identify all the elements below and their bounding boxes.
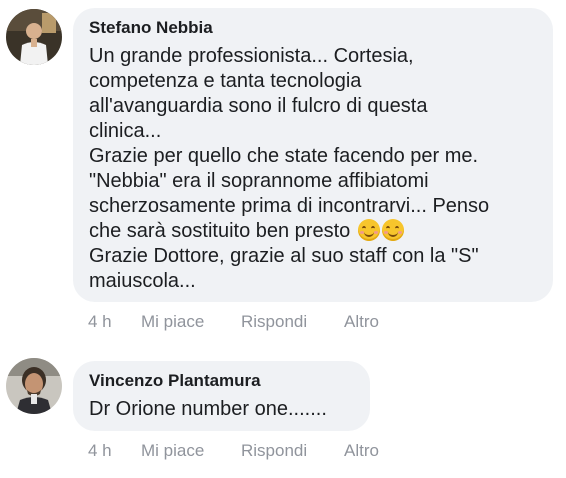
comment-actions: 4 h Mi piace Rispondi Altro xyxy=(0,441,566,461)
comment-actions: 4 h Mi piace Rispondi Altro xyxy=(0,312,566,332)
comment-line: all'avanguardia sono il fulcro di questa xyxy=(89,95,428,117)
comment-timestamp[interactable]: 4 h xyxy=(88,312,112,332)
like-button[interactable]: Mi piace xyxy=(141,441,204,461)
comment-line: scherzosamente prima di incontrarvi... P… xyxy=(89,195,490,217)
reply-button[interactable]: Rispondi xyxy=(241,312,307,332)
comment-line: competenza e tanta tecnologia xyxy=(89,70,362,92)
comment-text: Un grande professionista... Cortesia, co… xyxy=(89,44,553,294)
comment-line: clinica... xyxy=(89,120,162,142)
comment-text: Dr Orione number one....... xyxy=(89,397,370,422)
comment-line-with-emoji: che sarà sostituito ben presto xyxy=(89,219,553,244)
avatar-photo xyxy=(6,9,62,65)
comment-line: che sarà sostituito ben presto xyxy=(89,220,351,242)
comment-line: Grazie per quello che state facendo per … xyxy=(89,145,479,167)
smiling-face-icon xyxy=(357,219,380,241)
smiling-face-icon xyxy=(381,219,404,241)
comment-line: Un grande professionista... Cortesia, xyxy=(89,45,414,67)
like-button[interactable]: Mi piace xyxy=(141,312,204,332)
avatar-photo xyxy=(6,358,62,414)
comment-line: maiuscola... xyxy=(89,270,196,292)
more-button[interactable]: Altro xyxy=(344,312,379,332)
avatar[interactable] xyxy=(6,9,62,65)
comment-line: Dr Orione number one....... xyxy=(89,398,327,420)
comment-bubble: Vincenzo Plantamura Dr Orione number one… xyxy=(73,361,370,431)
comment-author[interactable]: Stefano Nebbia xyxy=(89,18,553,38)
comment-author[interactable]: Vincenzo Plantamura xyxy=(89,371,370,391)
avatar[interactable] xyxy=(6,358,62,414)
reply-button[interactable]: Rispondi xyxy=(241,441,307,461)
comment-timestamp[interactable]: 4 h xyxy=(88,441,112,461)
more-button[interactable]: Altro xyxy=(344,441,379,461)
comment-line: "Nebbia" era il soprannome affibiatomi xyxy=(89,170,429,192)
comment-bubble: Stefano Nebbia Un grande professionista.… xyxy=(73,8,553,302)
comment-line: Grazie Dottore, grazie al suo staff con … xyxy=(89,245,479,267)
